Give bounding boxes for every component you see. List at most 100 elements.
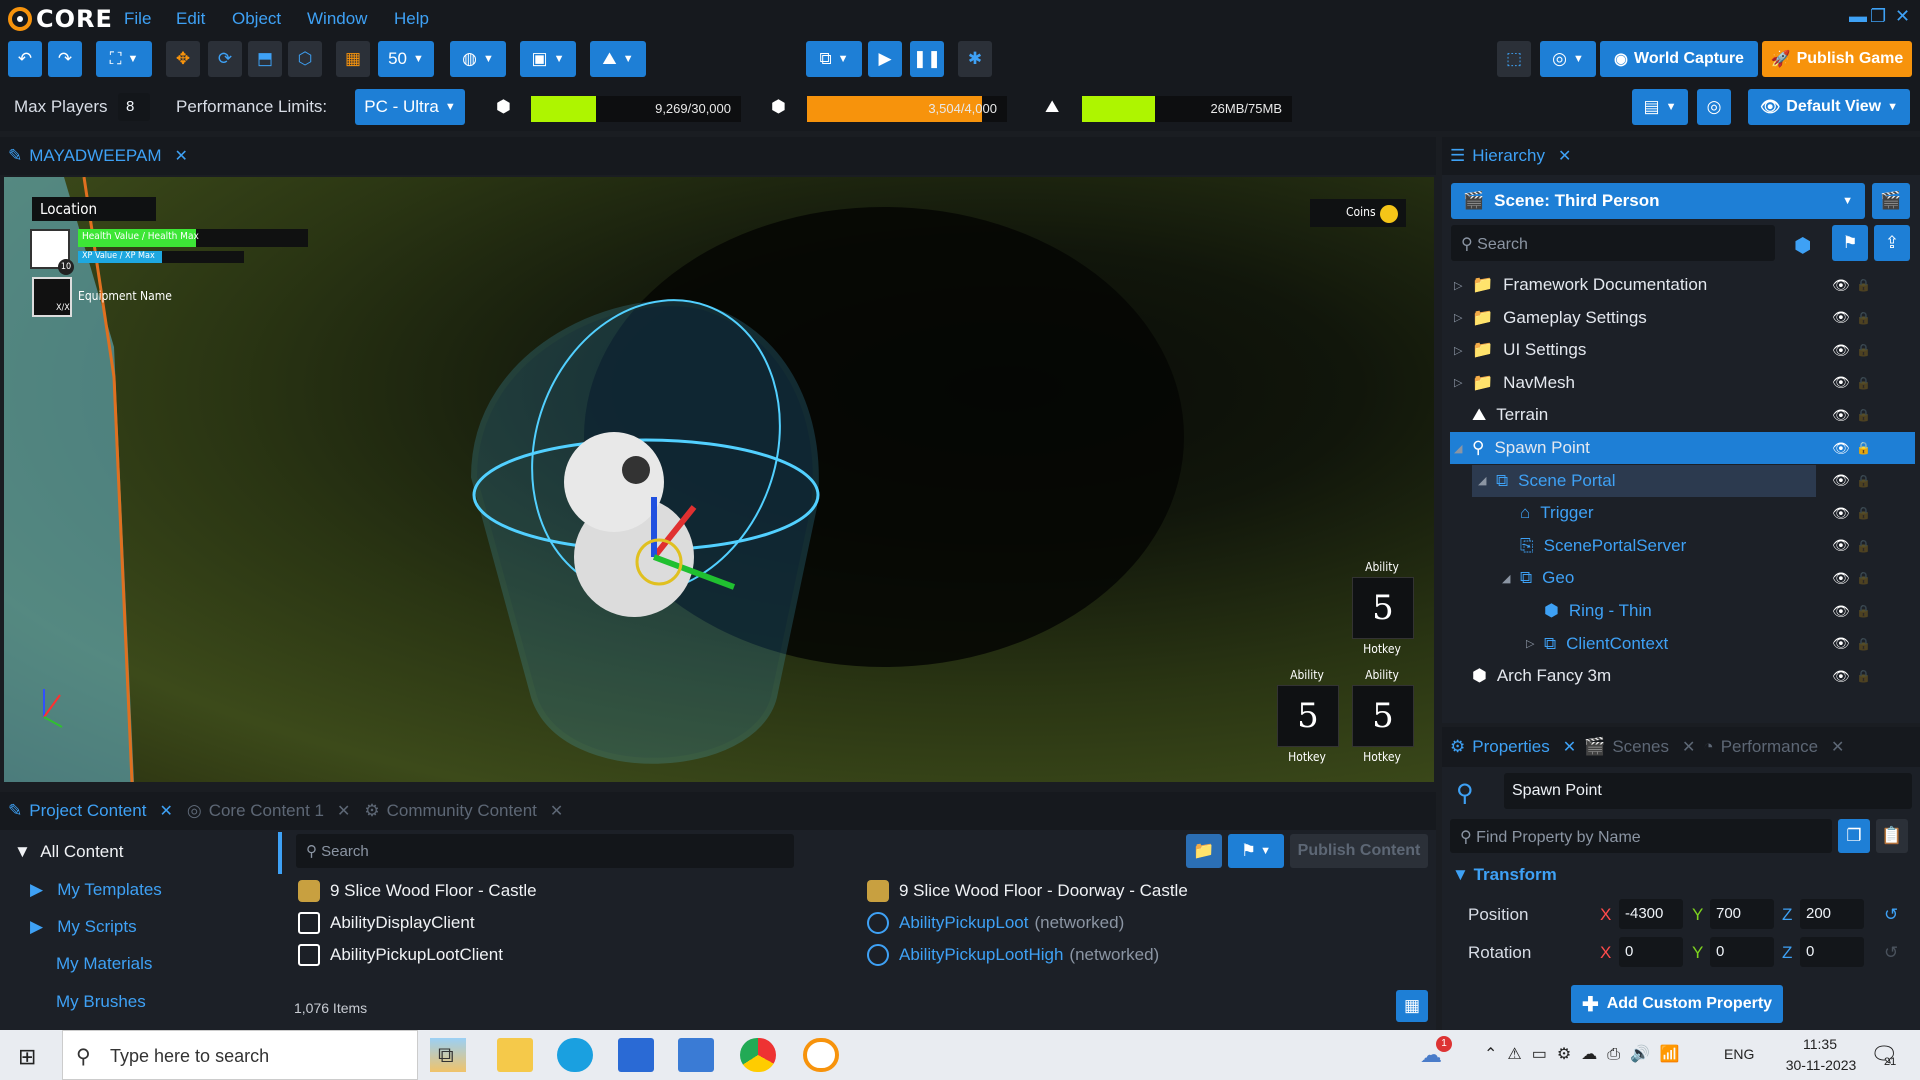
core-taskbar-icon[interactable] [803, 1038, 839, 1072]
content-item[interactable]: AbilityDisplayClient [298, 912, 475, 934]
expand-arrow-icon[interactable]: ▷ [1454, 311, 1462, 324]
layout-button[interactable]: ▤ ▼ [1632, 89, 1688, 125]
transform-space-button[interactable]: ⛶ ▼ [96, 41, 152, 77]
visibility-icon[interactable]: 👁 [1832, 635, 1850, 652]
publish-game-button[interactable]: 🚀 Publish Game [1762, 41, 1912, 77]
hierarchy-item[interactable]: ◢ ⧉ Scene Portal 👁 🔒 [1472, 464, 1871, 497]
filter-dropdown[interactable]: ⚑ ▼ [1228, 834, 1284, 868]
restore-icon[interactable]: ❐ [1870, 6, 1886, 27]
rotate-icon[interactable]: ⟳ [208, 41, 242, 77]
grid-icon[interactable]: ▦ [336, 41, 370, 77]
hierarchy-item[interactable]: ⌂ Trigger 👁 🔒 [1450, 497, 1915, 529]
lock-icon[interactable]: 🔒 [1856, 571, 1871, 585]
settings-icon[interactable]: ✱ [958, 41, 992, 77]
screenshot-icon[interactable]: ⬚ [1497, 41, 1531, 77]
position-z-input[interactable]: 200 [1800, 899, 1864, 929]
hierarchy-item[interactable]: ▷ 📁 UI Settings 👁 🔒 [1450, 334, 1915, 366]
lock-icon[interactable]: 🔒 [1856, 441, 1871, 455]
close-icon[interactable]: ✕ [1558, 146, 1571, 166]
publish-options-button[interactable]: ◎ ▼ [1540, 41, 1596, 77]
tree-my-materials[interactable]: My Materials [56, 954, 152, 974]
clock-time[interactable]: 11:35 [1790, 1036, 1850, 1052]
close-icon[interactable]: ✕ [1682, 737, 1695, 757]
hierarchy-item[interactable]: ▷ ⧉ ClientContext 👁 🔒 [1450, 628, 1915, 660]
visibility-icon[interactable]: 👁 [1832, 505, 1850, 522]
visibility-icon[interactable]: 👁 [1832, 440, 1850, 457]
expand-arrow-icon[interactable]: ◢ [1454, 442, 1462, 455]
visibility-icon[interactable]: 👁 [1832, 309, 1850, 326]
add-custom-property-button[interactable]: ✚ Add Custom Property [1571, 985, 1783, 1023]
close-icon[interactable]: ✕ [337, 801, 350, 821]
snap-dropdown[interactable]: 50 ▼ [378, 41, 434, 77]
object-name-input[interactable]: Spawn Point [1504, 773, 1912, 809]
tab-viewport[interactable]: ✎ MAYADWEEPAM ✕ [8, 146, 188, 166]
visibility-icon[interactable]: 👁 [1832, 472, 1850, 489]
close-icon[interactable]: ✕ [1895, 6, 1910, 27]
add-object-icon[interactable]: ⬢ [1794, 233, 1811, 258]
menu-edit[interactable]: Edit [176, 9, 205, 29]
folder-icon[interactable]: 📁 [1186, 834, 1222, 868]
performance-limits-dropdown[interactable]: PC - Ultra ▼ [355, 89, 465, 125]
camera-view-button[interactable]: ▣ ▼ [520, 41, 576, 77]
hierarchy-item[interactable]: ◢ ⧉ Geo 👁 🔒 [1450, 562, 1915, 594]
grid-view-icon[interactable]: ▦ [1396, 990, 1428, 1022]
lock-icon[interactable]: 🔒 [1856, 506, 1871, 520]
visibility-icon[interactable]: 👁 [1832, 537, 1850, 554]
hierarchy-item[interactable]: ▷ 📁 NavMesh 👁 🔒 [1450, 367, 1915, 399]
menu-help[interactable]: Help [394, 9, 429, 29]
lock-icon[interactable]: 🔒 [1856, 408, 1871, 422]
undo-icon[interactable]: ↶ [8, 41, 42, 77]
collapse-icon[interactable]: ⇪ [1874, 225, 1910, 261]
clock-date[interactable]: 30-11-2023 [1776, 1057, 1866, 1073]
expand-arrow-icon[interactable]: ▷ [1454, 279, 1462, 292]
lock-icon[interactable]: 🔒 [1856, 311, 1871, 325]
tray-icons[interactable]: ⌃⚠▭⚙☁⎙🔊📶 [1484, 1044, 1690, 1064]
world-local-button[interactable]: ◍ ▼ [450, 41, 506, 77]
paste-icon[interactable]: 📋 [1876, 819, 1908, 853]
visibility-icon[interactable]: 👁 [1832, 277, 1850, 294]
lock-icon[interactable]: 🔒 [1856, 343, 1871, 357]
hierarchy-item[interactable]: ⬢ Arch Fancy 3m 👁 🔒 [1450, 660, 1915, 692]
position-y-input[interactable]: 700 [1710, 899, 1774, 929]
visibility-icon[interactable]: 👁 [1832, 570, 1850, 587]
reset-icon[interactable]: ↺ [1884, 905, 1898, 925]
edge-icon[interactable] [557, 1038, 593, 1072]
lock-icon[interactable]: 🔒 [1856, 637, 1871, 651]
menu-object[interactable]: Object [232, 9, 281, 29]
store-icon[interactable] [678, 1038, 714, 1072]
tree-my-templates[interactable]: ▶ My Templates [30, 880, 162, 900]
tab-community-content[interactable]: ⚙ Community Content ✕ [364, 801, 563, 821]
tab-scenes[interactable]: 🎬 Scenes ✕ [1584, 737, 1695, 757]
close-icon[interactable]: ✕ [1563, 737, 1576, 757]
find-property-input[interactable]: ⚲ Find Property by Name [1450, 819, 1832, 853]
visibility-icon[interactable]: 👁 [1832, 407, 1850, 424]
close-icon[interactable]: ✕ [159, 801, 172, 821]
lock-icon[interactable]: 🔒 [1856, 474, 1871, 488]
mail-icon[interactable] [618, 1038, 654, 1072]
task-view-icon[interactable]: ⧉ [438, 1042, 454, 1068]
tab-properties[interactable]: ⚙ Properties ✕ [1450, 737, 1576, 757]
visibility-icon[interactable]: 👁 [1832, 603, 1850, 620]
record-icon[interactable]: ◎ [1697, 89, 1731, 125]
hierarchy-item[interactable]: ⎘ ScenePortalServer 👁 🔒 [1450, 530, 1915, 562]
scale-icon[interactable]: ⬒ [248, 41, 282, 77]
expand-arrow-icon[interactable]: ◢ [1502, 572, 1510, 585]
visibility-icon[interactable]: 👁 [1832, 374, 1850, 391]
content-item[interactable]: AbilityPickupLootClient [298, 944, 503, 966]
lock-icon[interactable]: 🔒 [1856, 539, 1871, 553]
all-content-item[interactable]: ▼ All Content [14, 842, 123, 862]
close-icon[interactable]: ✕ [1831, 737, 1844, 757]
chrome-icon[interactable] [740, 1038, 776, 1072]
menu-window[interactable]: Window [307, 9, 367, 29]
windows-start-icon[interactable]: ⊞ [18, 1044, 36, 1070]
default-view-dropdown[interactable]: 👁 Default View ▼ [1748, 89, 1910, 125]
content-item[interactable]: AbilityPickupLootHigh (networked) [867, 944, 1159, 966]
hierarchy-item[interactable]: ◢ ⚲ Spawn Point 👁 🔒 [1450, 432, 1915, 464]
hierarchy-item[interactable]: ⬢ Ring - Thin 👁 🔒 [1450, 595, 1915, 627]
scene-dropdown[interactable]: 🎬 Scene: Third Person ▼ [1451, 183, 1865, 219]
tree-my-brushes[interactable]: My Brushes [56, 992, 146, 1012]
content-item[interactable]: 9 Slice Wood Floor - Castle [298, 880, 537, 902]
play-icon[interactable]: ▶ [868, 41, 902, 77]
hierarchy-search[interactable]: ⚲ Search [1451, 225, 1775, 261]
tab-core-content[interactable]: ◎ Core Content 1 ✕ [187, 801, 351, 821]
